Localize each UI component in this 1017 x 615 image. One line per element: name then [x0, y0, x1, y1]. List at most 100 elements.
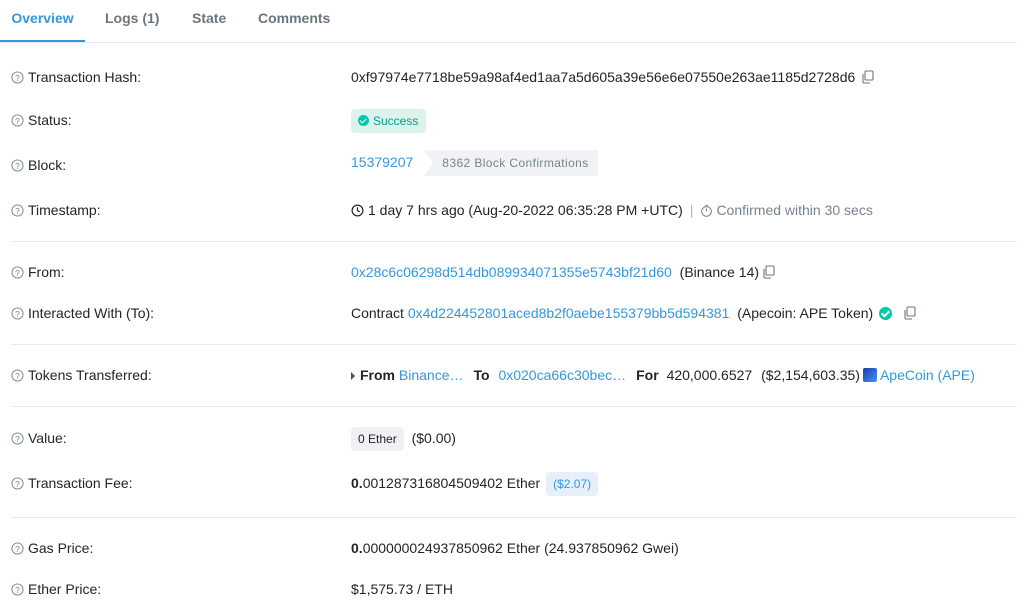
- row-from: ? From: 0x28c6c06298d514db089934071355e57…: [0, 260, 1017, 284]
- value-status: Success: [351, 108, 427, 133]
- value-transaction-fee: 0.001287316804509402 Ether ($2.07): [351, 471, 599, 496]
- value-ether-price: $1,575.73 / ETH: [351, 577, 453, 601]
- token-for-label: For: [636, 367, 659, 383]
- label-text: Interacted With (To):: [28, 305, 155, 321]
- value-transaction-hash: 0xf97974e7718be59a98af4ed1aa7a5d605a39e5…: [351, 65, 875, 89]
- svg-text:?: ?: [15, 309, 20, 319]
- value-timestamp: 1 day 7 hrs ago (Aug-20-2022 06:35:28 PM…: [351, 198, 873, 222]
- gas-amount-decimal: 000000024937850962 Ether (24.937850962 G…: [362, 540, 679, 556]
- copy-icon[interactable]: [762, 265, 776, 279]
- label-text: Value:: [28, 430, 67, 446]
- row-interacted-with: ? Interacted With (To): Contract 0x4d2244…: [0, 301, 1017, 325]
- label-text: Transaction Fee:: [28, 475, 133, 491]
- question-circle-icon: ?: [11, 71, 24, 84]
- svg-text:?: ?: [15, 206, 20, 216]
- label-gas-price: ? Gas Price:: [11, 536, 93, 560]
- value-from: 0x28c6c06298d514db089934071355e5743bf21d…: [351, 260, 776, 284]
- svg-text:?: ?: [15, 585, 20, 595]
- row-gas-price: ? Gas Price: 0.000000024937850962 Ether (…: [0, 536, 1017, 560]
- status-badge: Success: [351, 109, 427, 133]
- row-transaction-fee: ? Transaction Fee: 0.001287316804509402 E…: [0, 471, 1017, 496]
- value-usd: ($0.00): [411, 430, 456, 446]
- fee-amount-decimal: 001287316804509402 Ether: [362, 475, 541, 491]
- row-status: ? Status: Success: [0, 108, 1017, 133]
- question-circle-icon: ?: [11, 542, 24, 555]
- row-transaction-hash: ? Transaction Hash: 0xf97974e7718be59a98a…: [0, 65, 1017, 89]
- block-number-link[interactable]: 15379207: [351, 154, 413, 170]
- svg-text:?: ?: [15, 544, 20, 554]
- contract-address-link[interactable]: 0x4d224452801aced8b2f0aebe155379bb5d5943…: [408, 305, 730, 321]
- clock-icon: [351, 204, 364, 217]
- label-status: ? Status:: [11, 108, 72, 132]
- token-amount: 420,000.6527: [666, 367, 753, 383]
- apecoin-logo-icon: [862, 368, 877, 382]
- gas-amount-int: 0.: [351, 540, 363, 556]
- label-interacted-with: ? Interacted With (To):: [11, 301, 154, 325]
- separator: |: [689, 202, 694, 218]
- label-text: Gas Price:: [28, 540, 94, 556]
- status-text: Success: [373, 114, 419, 128]
- divider: [11, 406, 1017, 407]
- label-value: ? Value:: [11, 426, 67, 450]
- tab-bar: Overview Logs (1) State Comments: [0, 0, 1017, 43]
- copy-icon[interactable]: [903, 306, 917, 320]
- confirmed-within-text: Confirmed within 30 secs: [716, 202, 873, 218]
- stopwatch-icon: [701, 204, 713, 217]
- label-timestamp: ? Timestamp:: [11, 198, 101, 222]
- token-to-link[interactable]: 0x020ca66c30bec…: [498, 367, 626, 383]
- svg-text:?: ?: [15, 73, 20, 83]
- value-tokens-transferred: From Binance… To 0x020ca66c30bec… For 420,…: [351, 363, 975, 387]
- token-usd-value: ($2,154,603.35): [761, 367, 860, 383]
- from-address-link[interactable]: 0x28c6c06298d514db089934071355e5743bf21d…: [351, 264, 672, 280]
- label-from: ? From:: [11, 260, 65, 284]
- label-text: From:: [28, 264, 65, 280]
- fee-amount-int: 0.: [351, 475, 363, 491]
- token-to-label: To: [473, 367, 490, 383]
- label-transaction-fee: ? Transaction Fee:: [11, 471, 133, 495]
- token-from-label: From: [360, 367, 395, 383]
- label-text: Tokens Transferred:: [28, 367, 152, 383]
- value-value: 0 Ether ($0.00): [351, 426, 456, 451]
- question-circle-icon: ?: [11, 114, 24, 127]
- contract-prefix: Contract: [351, 305, 404, 321]
- fee-usd-badge: ($2.07): [546, 472, 599, 496]
- tab-logs[interactable]: Logs (1): [105, 0, 159, 42]
- label-text: Block:: [28, 157, 67, 173]
- question-circle-icon: ?: [11, 369, 24, 382]
- label-text: Status:: [28, 112, 72, 128]
- value-gas-price: 0.000000024937850962 Ether (24.937850962…: [351, 536, 679, 560]
- row-tokens-transferred: ? Tokens Transferred: From Binance… To 0x0…: [0, 363, 1017, 387]
- svg-text:?: ?: [15, 116, 20, 126]
- divider: [11, 241, 1017, 242]
- tab-state[interactable]: State: [192, 0, 226, 42]
- token-from-link[interactable]: Binance…: [399, 367, 464, 383]
- contract-name-tag: (Apecoin: APE Token): [737, 305, 874, 321]
- caret-right-icon[interactable]: [351, 372, 355, 380]
- tab-overview[interactable]: Overview: [0, 0, 85, 42]
- question-circle-icon: ?: [11, 159, 24, 172]
- row-timestamp: ? Timestamp: 1 day 7 hrs ago (Aug-20-2022…: [0, 198, 1017, 222]
- question-circle-icon: ?: [11, 266, 24, 279]
- copy-icon[interactable]: [861, 70, 875, 84]
- token-name-link[interactable]: ApeCoin (APE): [880, 367, 975, 383]
- question-circle-icon: ?: [11, 307, 24, 320]
- svg-text:?: ?: [15, 434, 20, 444]
- block-confirmations-badge: 8362 Block Confirmations: [424, 150, 598, 177]
- question-circle-icon: ?: [11, 204, 24, 217]
- verified-check-icon: [879, 307, 893, 320]
- value-block: 15379207 8362 Block Confirmations: [351, 150, 598, 177]
- svg-text:?: ?: [15, 161, 20, 171]
- timestamp-text: 1 day 7 hrs ago (Aug-20-2022 06:35:28 PM…: [368, 202, 683, 218]
- divider: [11, 344, 1017, 345]
- ether-price-text: $1,575.73 / ETH: [351, 581, 453, 597]
- from-name-tag: (Binance 14): [679, 264, 760, 280]
- row-value: ? Value: 0 Ether ($0.00): [0, 426, 1017, 451]
- question-circle-icon: ?: [11, 583, 24, 596]
- label-tokens-transferred: ? Tokens Transferred:: [11, 363, 152, 387]
- tab-comments[interactable]: Comments: [258, 0, 330, 42]
- label-text: Ether Price:: [28, 581, 102, 597]
- label-text: Timestamp:: [28, 202, 101, 218]
- svg-text:?: ?: [15, 371, 20, 381]
- question-circle-icon: ?: [11, 477, 24, 490]
- value-interacted-with: Contract 0x4d224452801aced8b2f0aebe15537…: [351, 301, 917, 325]
